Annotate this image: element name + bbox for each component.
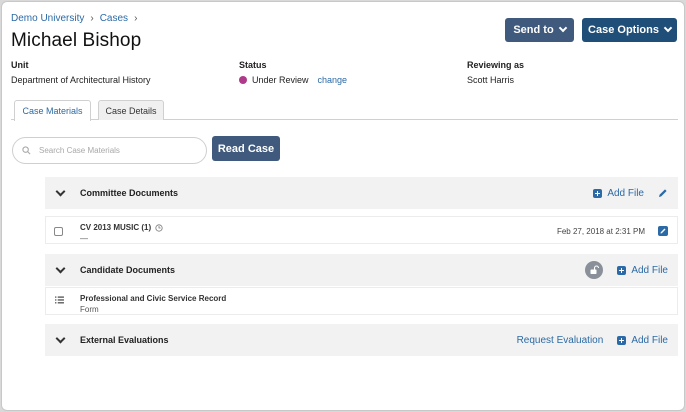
plus-icon	[617, 335, 627, 345]
pencil-icon[interactable]	[658, 188, 668, 198]
add-file-label: Add File	[607, 187, 644, 199]
clock-icon	[155, 223, 163, 232]
add-file-button[interactable]: Add File	[593, 188, 644, 199]
app-window: Demo University › Cases › Michael Bishop…	[1, 1, 685, 411]
file-date: Feb 27, 2018 at 2:31 PM	[556, 227, 645, 236]
search-box[interactable]	[12, 137, 207, 164]
file-row[interactable]: CV 2013 MUSIC (1) — Feb 27, 2018 at 2:31…	[45, 216, 678, 244]
breadcrumb-cases[interactable]: Cases	[100, 13, 128, 24]
unit-text: Department of Architectural History	[11, 75, 151, 85]
send-to-button[interactable]: Send to	[505, 18, 574, 42]
file-subtitle: Form	[80, 305, 99, 314]
section-title: Committee Documents	[80, 188, 179, 198]
breadcrumb-separator: ›	[90, 13, 94, 24]
chevron-down-icon[interactable]	[55, 186, 66, 197]
request-evaluation-link[interactable]: Request Evaluation	[517, 335, 604, 346]
file-subtitle: —	[80, 234, 88, 243]
reviewer-text: Scott Harris	[467, 75, 515, 85]
lock-icon	[590, 265, 600, 274]
read-case-button[interactable]: Read Case	[212, 136, 280, 161]
section-actions: Add File	[585, 254, 668, 286]
section-candidate-documents[interactable]: Candidate Documents Add File	[45, 254, 678, 286]
status-dot-icon	[239, 76, 247, 84]
edit-icon[interactable]	[658, 226, 668, 236]
section-actions: Add File	[593, 177, 668, 209]
unit-label: Unit	[11, 60, 29, 70]
file-name: CV 2013 MUSIC (1)	[80, 223, 163, 232]
plus-icon	[593, 188, 603, 198]
section-committee-documents[interactable]: Committee Documents Add File	[45, 177, 678, 209]
file-name-text: Professional and Civic Service Record	[80, 294, 227, 303]
search-icon	[22, 146, 31, 155]
add-file-label: Add File	[631, 334, 668, 346]
file-row[interactable]: Professional and Civic Service Record Fo…	[45, 287, 678, 315]
chevron-down-icon[interactable]	[55, 263, 66, 274]
section-title: External Evaluations	[80, 335, 169, 345]
unit-value: Department of Architectural History	[11, 75, 151, 85]
section-actions: Request Evaluation Add File	[517, 324, 668, 356]
chevron-down-icon	[558, 23, 567, 33]
add-file-button[interactable]: Add File	[617, 265, 668, 276]
status-change-link[interactable]: change	[318, 75, 348, 85]
unlock-icon[interactable]	[585, 261, 604, 279]
send-to-label: Send to	[513, 24, 554, 36]
file-name-text: CV 2013 MUSIC (1)	[80, 223, 152, 232]
case-options-label: Case Options	[588, 24, 659, 36]
status-value: Under Review change	[239, 75, 347, 85]
tab-bar: Case Materials Case Details	[11, 100, 678, 121]
add-file-label: Add File	[631, 264, 668, 276]
page-title: Michael Bishop	[11, 30, 142, 51]
list-icon	[55, 296, 64, 304]
section-title: Candidate Documents	[80, 265, 176, 275]
file-name: Professional and Civic Service Record	[80, 294, 226, 303]
chevron-down-icon[interactable]	[55, 333, 66, 344]
tab-case-details[interactable]: Case Details	[98, 100, 164, 120]
reviewer-value: Scott Harris	[467, 75, 514, 85]
status-label: Status	[239, 60, 267, 70]
breadcrumb: Demo University › Cases ›	[11, 13, 137, 24]
breadcrumb-separator: ›	[134, 13, 138, 24]
add-file-button[interactable]: Add File	[617, 335, 668, 346]
tab-case-materials[interactable]: Case Materials	[14, 100, 91, 121]
file-checkbox[interactable]	[54, 227, 63, 236]
chevron-down-icon	[663, 23, 673, 33]
search-input[interactable]	[39, 146, 189, 155]
section-external-evaluations[interactable]: External Evaluations Request Evaluation …	[45, 324, 678, 356]
plus-icon	[617, 265, 627, 275]
breadcrumb-university[interactable]: Demo University	[11, 13, 84, 24]
status-text: Under Review	[252, 75, 309, 85]
reviewer-label: Reviewing as	[467, 60, 525, 70]
case-options-button[interactable]: Case Options	[582, 18, 677, 42]
